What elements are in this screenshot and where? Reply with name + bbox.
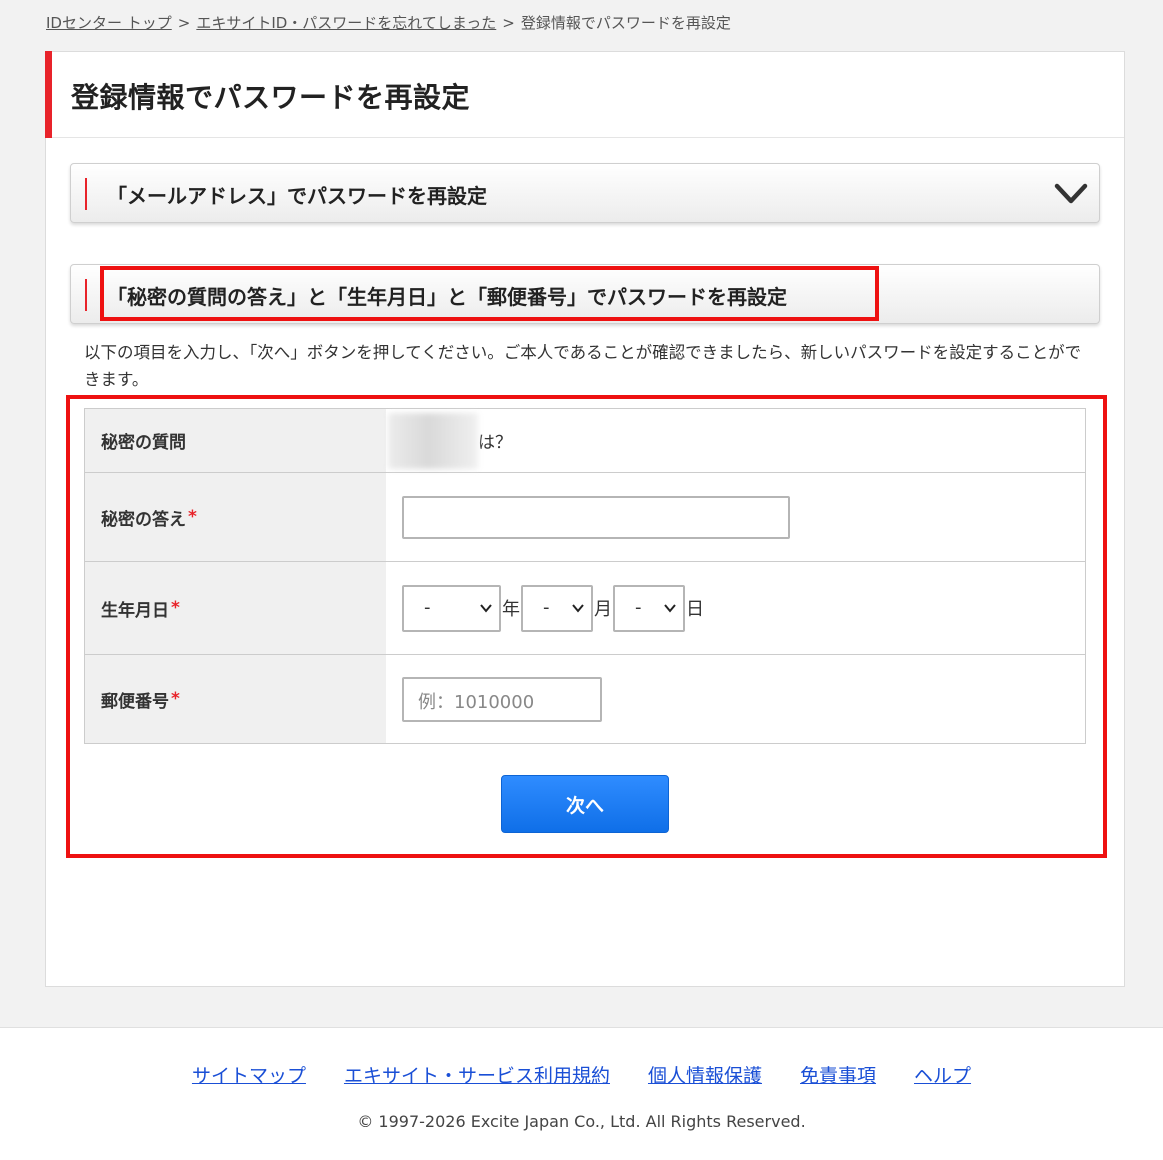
page-header: 登録情報でパスワードを再設定	[45, 51, 1124, 138]
form-row-secret-question: 秘密の質問 は？	[85, 409, 1085, 472]
breadcrumb: IDセンター トップ > エキサイトID・パスワードを忘れてしまった > 登録情報でパス…	[46, 12, 731, 33]
next-button[interactable]: 次へ	[501, 775, 669, 833]
chevron-down-icon	[664, 603, 676, 613]
birthdate-cell: - 年 - 月 - 日	[386, 562, 1085, 654]
footer-links: サイトマップ エキサイト・サービス利用規約 個人情報保護 免責事項 ヘルプ	[0, 1061, 1163, 1088]
month-unit: 月	[594, 599, 612, 620]
secret-answer-input[interactable]	[402, 495, 790, 539]
birth-year-select[interactable]: -	[402, 584, 501, 632]
breadcrumb-separator: >	[502, 14, 515, 32]
required-mark: *	[171, 598, 180, 618]
required-mark: *	[171, 689, 180, 709]
footer-link-terms[interactable]: エキサイト・サービス利用規約	[344, 1061, 610, 1088]
chevron-down-icon	[572, 603, 584, 613]
year-unit: 年	[502, 599, 520, 620]
copyright: © 1997-2026 Excite Japan Co., Ltd. All R…	[357, 1112, 806, 1131]
footer-link-help[interactable]: ヘルプ	[914, 1061, 971, 1088]
required-mark: *	[188, 507, 197, 527]
birth-day-select[interactable]: -	[613, 584, 685, 632]
form-row-birthdate: 生年月日 * - 年 - 月 - 日	[85, 561, 1085, 654]
chevron-down-icon[interactable]	[1053, 176, 1089, 212]
breadcrumb-current: 登録情報でパスワードを再設定	[520, 14, 731, 32]
main-card: 登録情報でパスワードを再設定 「メールアドレス」でパスワードを再設定 「秘密の質…	[45, 51, 1125, 987]
postal-code-label: 郵便番号 *	[85, 655, 386, 743]
instruction-text: 以下の項目を入力し、「次へ」ボタンを押してください。ご本人であることが確認できま…	[84, 343, 1082, 389]
birthdate-label: 生年月日 *	[85, 562, 386, 654]
day-unit: 日	[686, 599, 704, 620]
title-accent-bar	[45, 51, 52, 138]
highlight-box-section-title	[100, 266, 879, 321]
footer-link-disclaimer[interactable]: 免責事項	[800, 1061, 876, 1088]
secret-answer-label: 秘密の答え *	[85, 473, 386, 561]
birth-month-select[interactable]: -	[521, 584, 593, 632]
postal-code-cell: 例：1010000	[386, 655, 1085, 743]
breadcrumb-link-id-center-top[interactable]: IDセンター トップ	[46, 14, 172, 32]
blurred-question-text	[388, 412, 478, 469]
chevron-down-icon	[480, 603, 492, 613]
secret-answer-cell	[386, 473, 1085, 561]
form-row-secret-answer: 秘密の答え *	[85, 472, 1085, 561]
footer-link-privacy[interactable]: 個人情報保護	[648, 1061, 762, 1088]
breadcrumb-separator: >	[177, 14, 191, 32]
footer-link-sitemap[interactable]: サイトマップ	[192, 1061, 306, 1088]
secret-question-label: 秘密の質問	[85, 409, 386, 472]
secret-question-value: は？	[386, 409, 1085, 472]
postal-code-input[interactable]: 例：1010000	[402, 676, 602, 722]
accordion-accent-bar	[85, 279, 87, 311]
footer: サイトマップ エキサイト・サービス利用規約 個人情報保護 免責事項 ヘルプ © …	[0, 1027, 1163, 1160]
page-title: 登録情報でパスワードを再設定	[71, 81, 471, 114]
reset-form-table: 秘密の質問 は？ 秘密の答え * 生年月日 * - 年 - 月 - 日 郵便番号…	[84, 408, 1086, 744]
accordion-accent-bar	[85, 178, 87, 210]
accordion-email-reset[interactable]: 「メールアドレス」でパスワードを再設定	[70, 163, 1100, 223]
accordion-email-reset-title: 「メールアドレス」でパスワードを再設定	[107, 184, 487, 208]
secret-question-tail: は？	[478, 433, 512, 453]
form-row-postal-code: 郵便番号 * 例：1010000	[85, 654, 1085, 743]
breadcrumb-link-forgot-id-password[interactable]: エキサイトID・パスワードを忘れてしまった	[196, 14, 496, 32]
